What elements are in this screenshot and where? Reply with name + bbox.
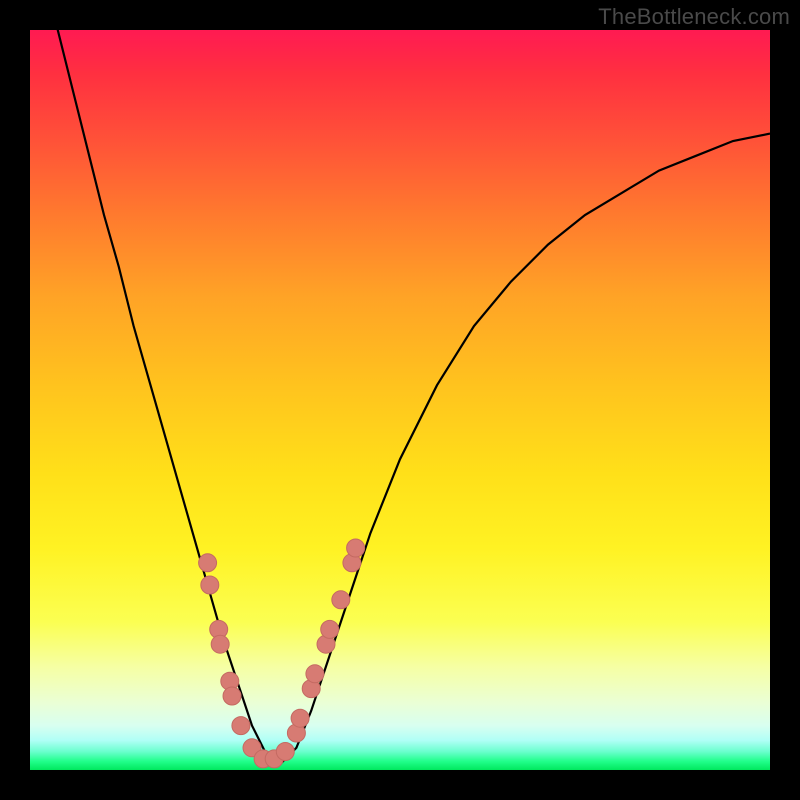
chart-svg [30,30,770,770]
watermark-text: TheBottleneck.com [598,4,790,30]
chart-frame: TheBottleneck.com [0,0,800,800]
data-marker [199,554,217,572]
data-marker [223,687,241,705]
data-marker [291,709,309,727]
data-marker [232,717,250,735]
bottleneck-curve [30,0,770,763]
data-marker [276,743,294,761]
data-marker [347,539,365,557]
data-marker [211,635,229,653]
data-marker [321,620,339,638]
data-marker [201,576,219,594]
data-markers [199,539,365,768]
data-marker [332,591,350,609]
plot-area [30,30,770,770]
data-marker [306,665,324,683]
